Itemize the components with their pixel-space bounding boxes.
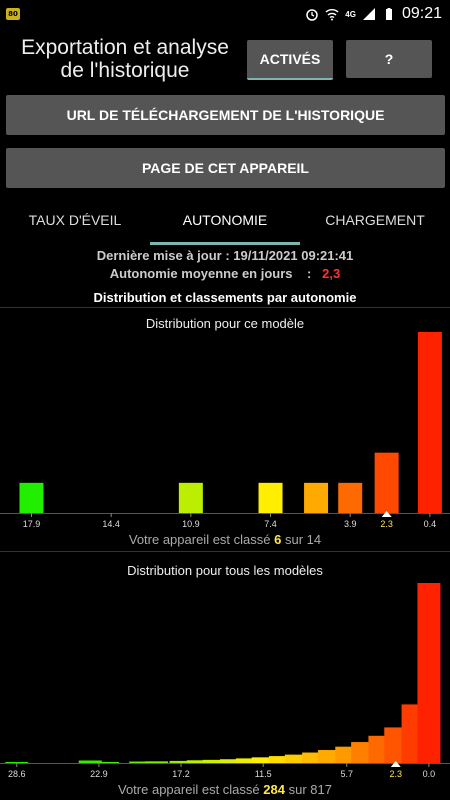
wifi-icon — [325, 9, 339, 21]
status-icons: 4G 09:21 — [305, 4, 442, 24]
signal-icon — [362, 8, 375, 20]
divider-top — [0, 307, 450, 308]
average-autonomy-value: 2,3 — [322, 266, 341, 281]
app-header: Exportation et analyse de l'historique A… — [0, 28, 450, 90]
chart-bar — [19, 482, 44, 513]
rank-all-prefix: Votre appareil est classé — [118, 782, 260, 797]
divider-middle — [0, 551, 450, 552]
last-update-text: Dernière mise à jour : 19/11/2021 09:21:… — [96, 248, 354, 263]
help-button[interactable]: ? — [346, 40, 432, 78]
chart-bar — [178, 482, 203, 513]
tab-taux-eveil[interactable]: TAUX D'ÉVEIL — [0, 204, 150, 238]
chart-title-model: Distribution pour ce modèle — [145, 316, 305, 331]
chart-all-distribution: 28.6 22.9 17.2 11.5 5.7 2.3 0.0 — [0, 583, 450, 779]
chart-bar — [96, 761, 120, 763]
chart-model-distribution: 17.9 14.4 10.9 7.4 3.9 2.3 0.4 — [0, 332, 450, 529]
battery-icon — [385, 8, 392, 20]
rank-model: Votre appareil est classé 6 sur 14 — [0, 532, 450, 547]
notification-badge-icon: 80 — [6, 8, 20, 20]
rank-all-position: 284 — [263, 782, 285, 797]
chart-bar — [304, 482, 329, 513]
chart-tick-label: 3.9 — [344, 519, 357, 529]
chart-tick-label: 11.5 — [255, 769, 272, 779]
rank-model-prefix: Votre appareil est classé — [128, 532, 271, 547]
chart-tick-label: 2.3 — [380, 519, 393, 529]
chart-bar — [417, 332, 442, 513]
chart-tick-label: 0.4 — [424, 519, 437, 529]
average-autonomy-label: Autonomie moyenne en jours — [109, 266, 293, 281]
chart-tick-label: 22.9 — [90, 769, 108, 779]
alarm-icon — [306, 9, 319, 21]
notification-badge-text: 80 — [8, 10, 18, 18]
rank-model-total: 14 — [306, 532, 322, 547]
rank-model-sep: sur — [284, 532, 304, 547]
rank-all: Votre appareil est classé 284 sur 817 — [0, 782, 450, 797]
chart-bar — [5, 761, 29, 763]
tab-autonomie[interactable]: AUTONOMIE — [150, 204, 300, 238]
tab-active-indicator — [150, 242, 300, 245]
average-autonomy-row: Autonomie moyenne en jours : 2,3 — [0, 266, 450, 281]
section-title: Distribution et classements par autonomi… — [93, 290, 357, 305]
chart-tick-label: 10.9 — [182, 519, 200, 529]
clock-time: 09:21 — [401, 5, 442, 22]
network-type-label: 4G — [345, 9, 356, 19]
chart-bar — [417, 583, 441, 763]
chart-tick-label: 14.4 — [102, 519, 120, 529]
chart-bar — [258, 482, 283, 513]
actives-button[interactable]: ACTIVÉS — [247, 40, 333, 80]
status-bar: 80 4G 09:21 — [0, 0, 450, 28]
average-autonomy-separator: : — [306, 266, 312, 281]
tab-chargement[interactable]: CHARGEMENT — [300, 204, 450, 238]
chart-tick-label: 0.0 — [423, 769, 436, 779]
page-title: Exportation et analyse de l'historique — [21, 36, 229, 82]
chart-tick-label: 17.9 — [23, 519, 41, 529]
chart-bar — [338, 482, 363, 513]
rank-all-total: 817 — [310, 782, 332, 797]
rank-all-sep: sur — [288, 782, 307, 797]
chart-bar — [374, 452, 399, 513]
history-download-url-button[interactable]: URL DE TÉLÉCHARGEMENT DE L'HISTORIQUE — [6, 95, 445, 135]
chart-tick-label: 28.6 — [8, 769, 26, 779]
chart-tick-label: 17.2 — [172, 769, 190, 779]
tab-bar: TAUX D'ÉVEIL AUTONOMIE CHARGEMENT — [0, 204, 450, 245]
rank-model-position: 6 — [274, 532, 282, 547]
chart-bar — [145, 761, 169, 763]
chart-tick-label: 7.4 — [264, 519, 277, 529]
chart-title-all: Distribution pour tous les modèles — [127, 563, 323, 578]
chart-tick-label: 5.7 — [341, 769, 354, 779]
device-page-button[interactable]: PAGE DE CET APPAREIL — [6, 148, 445, 188]
chart-tick-label: 2.3 — [390, 769, 403, 779]
